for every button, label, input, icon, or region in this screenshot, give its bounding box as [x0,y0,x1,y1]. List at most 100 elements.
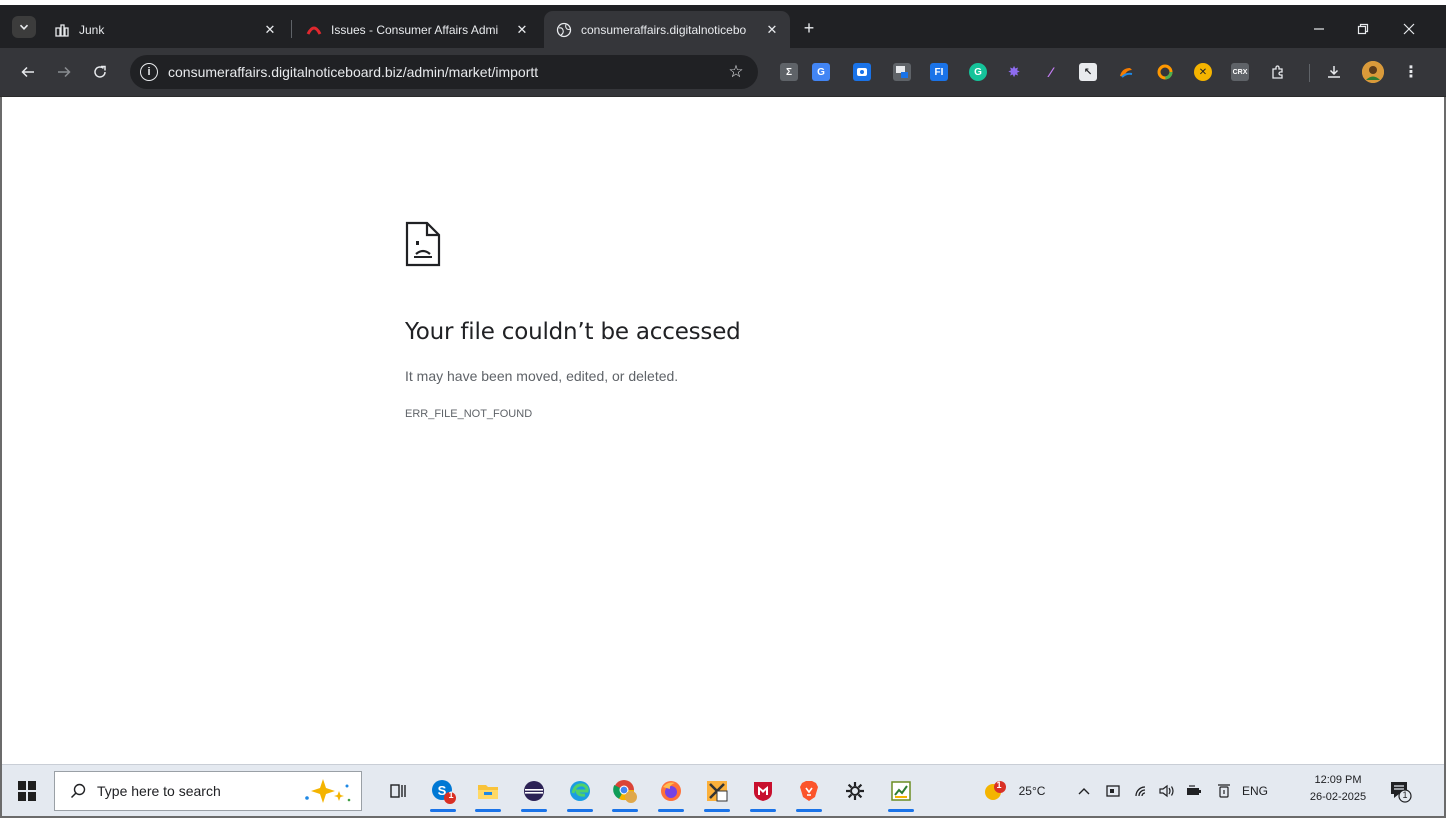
circle-extension-icon[interactable] [1156,63,1174,81]
chevron-down-icon [19,24,29,30]
firefox-app-button[interactable] [656,775,686,812]
profile-avatar[interactable] [1362,61,1384,83]
google-translate-icon[interactable]: G [812,63,830,81]
task-view-button[interactable] [383,775,413,807]
language-indicator[interactable]: ENG [1238,782,1272,800]
firefox-icon [661,781,681,801]
notification-center-button[interactable]: 1 [1388,779,1412,803]
tab-consumeraffairs[interactable]: consumeraffairs.digitalnoticebo ✕ [544,11,790,48]
taskbar-clock[interactable]: 12:09 PM 26-02-2025 [1307,772,1369,806]
site-info-icon[interactable]: i [140,63,158,81]
chevron-up-icon [1078,788,1090,795]
tab-title: consumeraffairs.digitalnoticebo [581,22,747,37]
close-icon[interactable]: ✕ [514,22,530,38]
active-indicator [475,809,501,812]
back-arrow-icon [21,66,34,78]
active-indicator [796,809,822,812]
skype-app-button[interactable]: S 1 [428,775,458,812]
tab-issues[interactable]: Issues - Consumer Affairs Admi ✕ [294,11,540,48]
error-code: ERR_FILE_NOT_FOUND [405,408,533,420]
wifi-icon[interactable] [1132,782,1152,800]
edge-app-button[interactable] [565,775,595,812]
tab-strip: Junk ✕ Issues - Consumer Affairs Admi ✕ … [0,0,1446,48]
screen-capture-icon[interactable] [853,63,871,81]
folder-icon [478,785,498,799]
window-resizer-icon[interactable] [893,63,911,81]
reload-button[interactable] [88,60,112,84]
search-placeholder: Type here to search [97,783,221,799]
battery-icon[interactable] [1184,782,1204,800]
sparkle-icon [305,779,351,803]
download-icon[interactable] [1325,63,1343,81]
tab-search-button[interactable] [12,16,36,38]
minimize-button[interactable] [1296,15,1342,43]
eclipse-icon [524,781,544,801]
menu-kebab-icon[interactable]: ⋮ [1402,63,1420,81]
weather-badge: 1 [996,780,1002,790]
skype-badge: 1 [448,790,454,800]
error-title: Your file couldn’t be accessed [405,319,741,345]
colorful-extension-icon[interactable] [1117,63,1135,81]
search-icon [69,782,87,800]
cursor-extension-icon[interactable]: ↖ [1079,63,1097,81]
junk-favicon-icon [54,22,70,38]
speaker-icon[interactable] [1157,782,1177,800]
feather-extension-icon[interactable]: ⁄ [1042,63,1060,81]
fi-extension-icon[interactable]: FI [930,63,948,81]
close-icon[interactable]: ✕ [764,22,780,38]
xampp-app-button[interactable] [702,775,732,812]
close-icon[interactable]: ✕ [262,22,278,38]
file-explorer-button[interactable] [473,775,503,812]
error-message: It may have been moved, edited, or delet… [405,368,679,384]
brave-lion-icon [800,781,818,801]
notification-count: 1 [1402,790,1408,800]
windows-start-button[interactable] [18,781,38,801]
chrome-icon [613,780,637,803]
chrome-app-button[interactable] [610,775,640,812]
taskbar-search-box[interactable]: Type here to search [54,771,362,811]
bookmark-star-icon[interactable]: ☆ [724,60,748,84]
mcafee-shield-icon [754,782,772,801]
minimize-icon [1314,28,1324,30]
gear-purple-extension-icon[interactable]: ✸ [1005,63,1023,81]
puzzle-extensions-icon[interactable] [1269,63,1287,81]
clock-date: 26-02-2025 [1309,791,1367,803]
issues-favicon-icon [306,22,322,38]
tab-title: Issues - Consumer Affairs Admi [331,22,499,37]
active-indicator [430,809,456,812]
sigma-extension-icon[interactable]: Σ [780,63,798,81]
close-window-button[interactable] [1386,15,1432,43]
tab-junk[interactable]: Junk ✕ [42,11,288,48]
address-url[interactable]: consumeraffairs.digitalnoticeboard.biz/a… [168,64,724,80]
error-page: Your file couldn’t be accessed It may ha… [2,98,1444,754]
address-bar[interactable]: i consumeraffairs.digitalnoticeboard.biz… [130,55,758,89]
windows-logo-icon [18,781,26,790]
settings-app-button[interactable] [840,775,870,807]
mcafee-app-button[interactable] [748,775,778,812]
forward-button[interactable] [52,60,76,84]
back-button[interactable] [16,60,40,84]
brave-app-button[interactable] [794,775,824,812]
task-view-icon [390,784,406,798]
edge-icon [570,781,590,801]
new-tab-button[interactable]: + [799,18,819,38]
temperature-label[interactable]: 25°C [1012,782,1052,800]
active-indicator [521,809,547,812]
grammarly-icon[interactable]: G [969,63,987,81]
restore-button[interactable] [1340,15,1386,43]
gear-icon [846,782,864,800]
cancel-extension-icon[interactable]: ✕ [1194,63,1212,81]
app-button-chart[interactable] [886,775,916,812]
tab-title: Junk [79,22,105,37]
show-hidden-icons-button[interactable] [1075,782,1093,800]
crx-extension-icon[interactable]: CRX [1231,63,1249,81]
meet-now-icon[interactable] [1103,782,1123,800]
weather-button[interactable]: 1 [982,779,1008,803]
active-indicator [704,809,730,812]
chart-app-icon [891,781,911,801]
xampp-icon [707,781,728,802]
close-icon [1403,23,1415,35]
pen-workspace-icon[interactable] [1214,782,1234,800]
active-indicator [567,809,593,812]
eclipse-app-button[interactable] [519,775,549,812]
